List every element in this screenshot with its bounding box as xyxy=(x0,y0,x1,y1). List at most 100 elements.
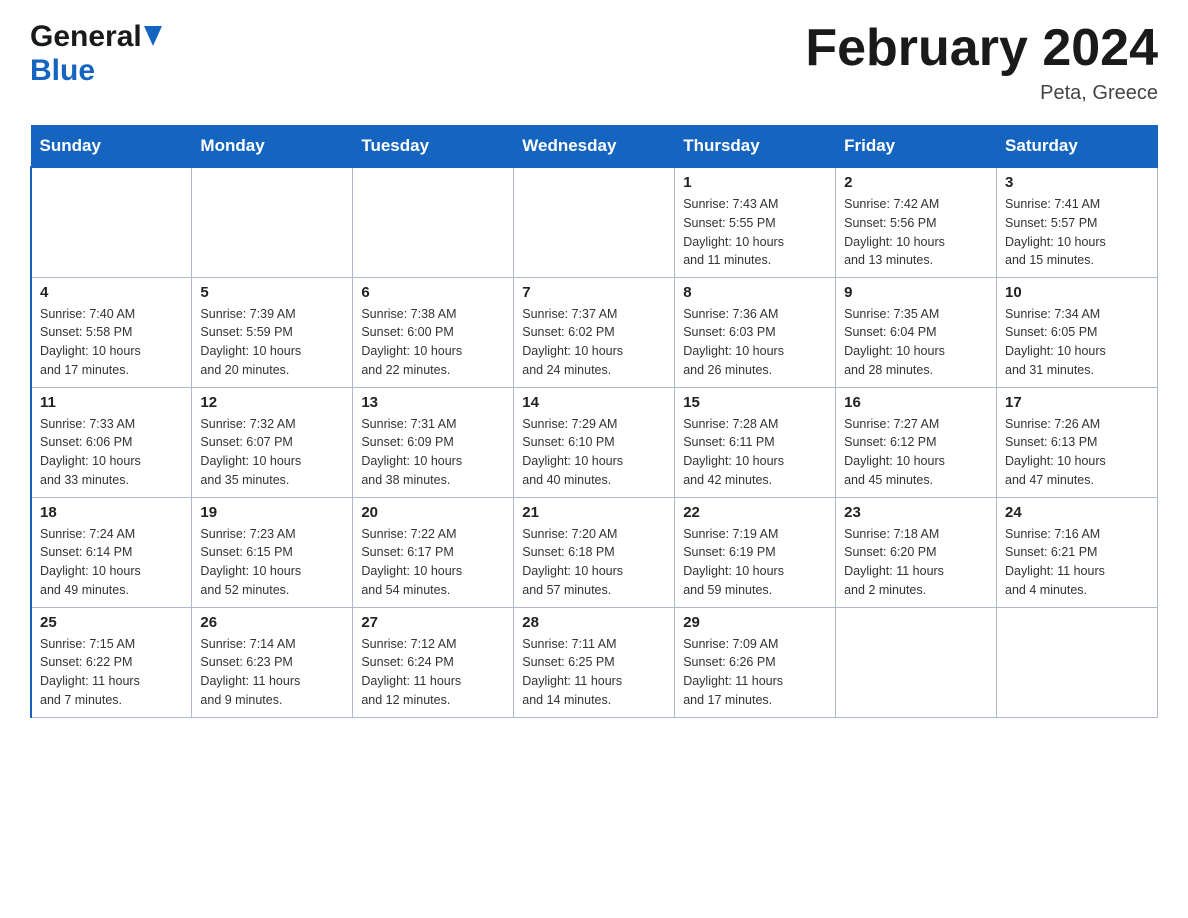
day-number: 5 xyxy=(200,284,344,301)
day-info: Sunrise: 7:09 AM Sunset: 6:26 PM Dayligh… xyxy=(683,635,827,710)
day-info: Sunrise: 7:19 AM Sunset: 6:19 PM Dayligh… xyxy=(683,525,827,600)
day-number: 15 xyxy=(683,394,827,411)
calendar-cell: 28 Sunrise: 7:11 AM Sunset: 6:25 PM Dayli… xyxy=(514,607,675,717)
day-number: 7 xyxy=(522,284,666,301)
calendar-cell: 13 Sunrise: 7:31 AM Sunset: 6:09 PM Dayli… xyxy=(353,387,514,497)
day-info: Sunrise: 7:12 AM Sunset: 6:24 PM Dayligh… xyxy=(361,635,505,710)
day-info: Sunrise: 7:35 AM Sunset: 6:04 PM Dayligh… xyxy=(844,305,988,380)
day-info: Sunrise: 7:38 AM Sunset: 6:00 PM Dayligh… xyxy=(361,305,505,380)
calendar-week-4: 18 Sunrise: 7:24 AM Sunset: 6:14 PM Dayli… xyxy=(31,497,1158,607)
calendar-cell xyxy=(192,167,353,277)
day-info: Sunrise: 7:20 AM Sunset: 6:18 PM Dayligh… xyxy=(522,525,666,600)
day-header-wednesday: Wednesday xyxy=(514,126,675,168)
day-info: Sunrise: 7:31 AM Sunset: 6:09 PM Dayligh… xyxy=(361,415,505,490)
day-number: 25 xyxy=(40,614,183,631)
calendar-cell: 14 Sunrise: 7:29 AM Sunset: 6:10 PM Dayli… xyxy=(514,387,675,497)
day-info: Sunrise: 7:27 AM Sunset: 6:12 PM Dayligh… xyxy=(844,415,988,490)
calendar-cell: 11Sunrise: 7:33 AM Sunset: 6:06 PM Dayli… xyxy=(31,387,192,497)
location: Peta, Greece xyxy=(805,82,1158,105)
day-number: 23 xyxy=(844,504,988,521)
day-info: Sunrise: 7:37 AM Sunset: 6:02 PM Dayligh… xyxy=(522,305,666,380)
calendar-cell: 19Sunrise: 7:23 AM Sunset: 6:15 PM Dayli… xyxy=(192,497,353,607)
day-header-friday: Friday xyxy=(836,126,997,168)
day-info: Sunrise: 7:41 AM Sunset: 5:57 PM Dayligh… xyxy=(1005,195,1149,270)
day-number: 16 xyxy=(844,394,988,411)
logo-general-text: General xyxy=(30,20,142,54)
calendar-cell: 5 Sunrise: 7:39 AM Sunset: 5:59 PM Daylig… xyxy=(192,277,353,387)
calendar-cell: 17Sunrise: 7:26 AM Sunset: 6:13 PM Dayli… xyxy=(997,387,1158,497)
calendar-cell xyxy=(514,167,675,277)
calendar-cell: 24Sunrise: 7:16 AM Sunset: 6:21 PM Dayli… xyxy=(997,497,1158,607)
day-number: 18 xyxy=(40,504,183,521)
day-number: 14 xyxy=(522,394,666,411)
day-info: Sunrise: 7:34 AM Sunset: 6:05 PM Dayligh… xyxy=(1005,305,1149,380)
calendar-cell: 25 Sunrise: 7:15 AM Sunset: 6:22 PM Dayli… xyxy=(31,607,192,717)
day-info: Sunrise: 7:33 AM Sunset: 6:06 PM Dayligh… xyxy=(40,415,183,490)
day-info: Sunrise: 7:24 AM Sunset: 6:14 PM Dayligh… xyxy=(40,525,183,600)
day-info: Sunrise: 7:15 AM Sunset: 6:22 PM Dayligh… xyxy=(40,635,183,710)
calendar-header: SundayMondayTuesdayWednesdayThursdayFrid… xyxy=(31,126,1158,168)
day-info: Sunrise: 7:43 AM Sunset: 5:55 PM Dayligh… xyxy=(683,195,827,270)
logo: General Blue xyxy=(30,20,162,88)
calendar-cell: 18 Sunrise: 7:24 AM Sunset: 6:14 PM Dayli… xyxy=(31,497,192,607)
day-info: Sunrise: 7:14 AM Sunset: 6:23 PM Dayligh… xyxy=(200,635,344,710)
day-number: 12 xyxy=(200,394,344,411)
day-header-saturday: Saturday xyxy=(997,126,1158,168)
calendar-cell: 23Sunrise: 7:18 AM Sunset: 6:20 PM Dayli… xyxy=(836,497,997,607)
calendar-cell: 29 Sunrise: 7:09 AM Sunset: 6:26 PM Dayli… xyxy=(675,607,836,717)
day-header-tuesday: Tuesday xyxy=(353,126,514,168)
calendar-cell: 16 Sunrise: 7:27 AM Sunset: 6:12 PM Dayli… xyxy=(836,387,997,497)
day-info: Sunrise: 7:11 AM Sunset: 6:25 PM Dayligh… xyxy=(522,635,666,710)
month-title: February 2024 xyxy=(805,20,1158,77)
calendar-cell xyxy=(353,167,514,277)
day-info: Sunrise: 7:40 AM Sunset: 5:58 PM Dayligh… xyxy=(40,305,183,380)
calendar-table: SundayMondayTuesdayWednesdayThursdayFrid… xyxy=(30,125,1158,718)
calendar-cell: 27 Sunrise: 7:12 AM Sunset: 6:24 PM Dayli… xyxy=(353,607,514,717)
calendar-week-3: 11Sunrise: 7:33 AM Sunset: 6:06 PM Dayli… xyxy=(31,387,1158,497)
calendar-week-5: 25 Sunrise: 7:15 AM Sunset: 6:22 PM Dayli… xyxy=(31,607,1158,717)
day-info: Sunrise: 7:32 AM Sunset: 6:07 PM Dayligh… xyxy=(200,415,344,490)
day-number: 19 xyxy=(200,504,344,521)
calendar-cell: 9 Sunrise: 7:35 AM Sunset: 6:04 PM Daylig… xyxy=(836,277,997,387)
calendar-week-1: 1Sunrise: 7:43 AM Sunset: 5:55 PM Daylig… xyxy=(31,167,1158,277)
calendar-cell: 26 Sunrise: 7:14 AM Sunset: 6:23 PM Dayli… xyxy=(192,607,353,717)
day-info: Sunrise: 7:16 AM Sunset: 6:21 PM Dayligh… xyxy=(1005,525,1149,600)
calendar-cell: 8 Sunrise: 7:36 AM Sunset: 6:03 PM Daylig… xyxy=(675,277,836,387)
calendar-week-2: 4 Sunrise: 7:40 AM Sunset: 5:58 PM Daylig… xyxy=(31,277,1158,387)
day-info: Sunrise: 7:39 AM Sunset: 5:59 PM Dayligh… xyxy=(200,305,344,380)
day-number: 27 xyxy=(361,614,505,631)
day-info: Sunrise: 7:36 AM Sunset: 6:03 PM Dayligh… xyxy=(683,305,827,380)
day-number: 10 xyxy=(1005,284,1149,301)
day-number: 6 xyxy=(361,284,505,301)
calendar-cell: 6 Sunrise: 7:38 AM Sunset: 6:00 PM Daylig… xyxy=(353,277,514,387)
day-number: 4 xyxy=(40,284,183,301)
calendar-cell: 12 Sunrise: 7:32 AM Sunset: 6:07 PM Dayli… xyxy=(192,387,353,497)
day-number: 28 xyxy=(522,614,666,631)
day-number: 8 xyxy=(683,284,827,301)
day-number: 26 xyxy=(200,614,344,631)
calendar-cell xyxy=(997,607,1158,717)
day-header-thursday: Thursday xyxy=(675,126,836,168)
day-info: Sunrise: 7:22 AM Sunset: 6:17 PM Dayligh… xyxy=(361,525,505,600)
calendar-cell: 22 Sunrise: 7:19 AM Sunset: 6:19 PM Dayli… xyxy=(675,497,836,607)
day-number: 13 xyxy=(361,394,505,411)
calendar-cell: 7 Sunrise: 7:37 AM Sunset: 6:02 PM Daylig… xyxy=(514,277,675,387)
calendar-cell: 21 Sunrise: 7:20 AM Sunset: 6:18 PM Dayli… xyxy=(514,497,675,607)
day-number: 22 xyxy=(683,504,827,521)
calendar-cell: 10 Sunrise: 7:34 AM Sunset: 6:05 PM Dayli… xyxy=(997,277,1158,387)
day-info: Sunrise: 7:28 AM Sunset: 6:11 PM Dayligh… xyxy=(683,415,827,490)
day-info: Sunrise: 7:29 AM Sunset: 6:10 PM Dayligh… xyxy=(522,415,666,490)
day-info: Sunrise: 7:26 AM Sunset: 6:13 PM Dayligh… xyxy=(1005,415,1149,490)
day-number: 21 xyxy=(522,504,666,521)
calendar-cell: 15 Sunrise: 7:28 AM Sunset: 6:11 PM Dayli… xyxy=(675,387,836,497)
day-number: 9 xyxy=(844,284,988,301)
day-number: 20 xyxy=(361,504,505,521)
page-header: General Blue February 2024 Peta, Greece xyxy=(30,20,1158,105)
calendar-cell: 4 Sunrise: 7:40 AM Sunset: 5:58 PM Daylig… xyxy=(31,277,192,387)
day-number: 3 xyxy=(1005,174,1149,191)
day-header-sunday: Sunday xyxy=(31,126,192,168)
calendar-cell: 20 Sunrise: 7:22 AM Sunset: 6:17 PM Dayli… xyxy=(353,497,514,607)
calendar-cell xyxy=(836,607,997,717)
day-number: 29 xyxy=(683,614,827,631)
logo-triangle-icon xyxy=(144,26,162,46)
